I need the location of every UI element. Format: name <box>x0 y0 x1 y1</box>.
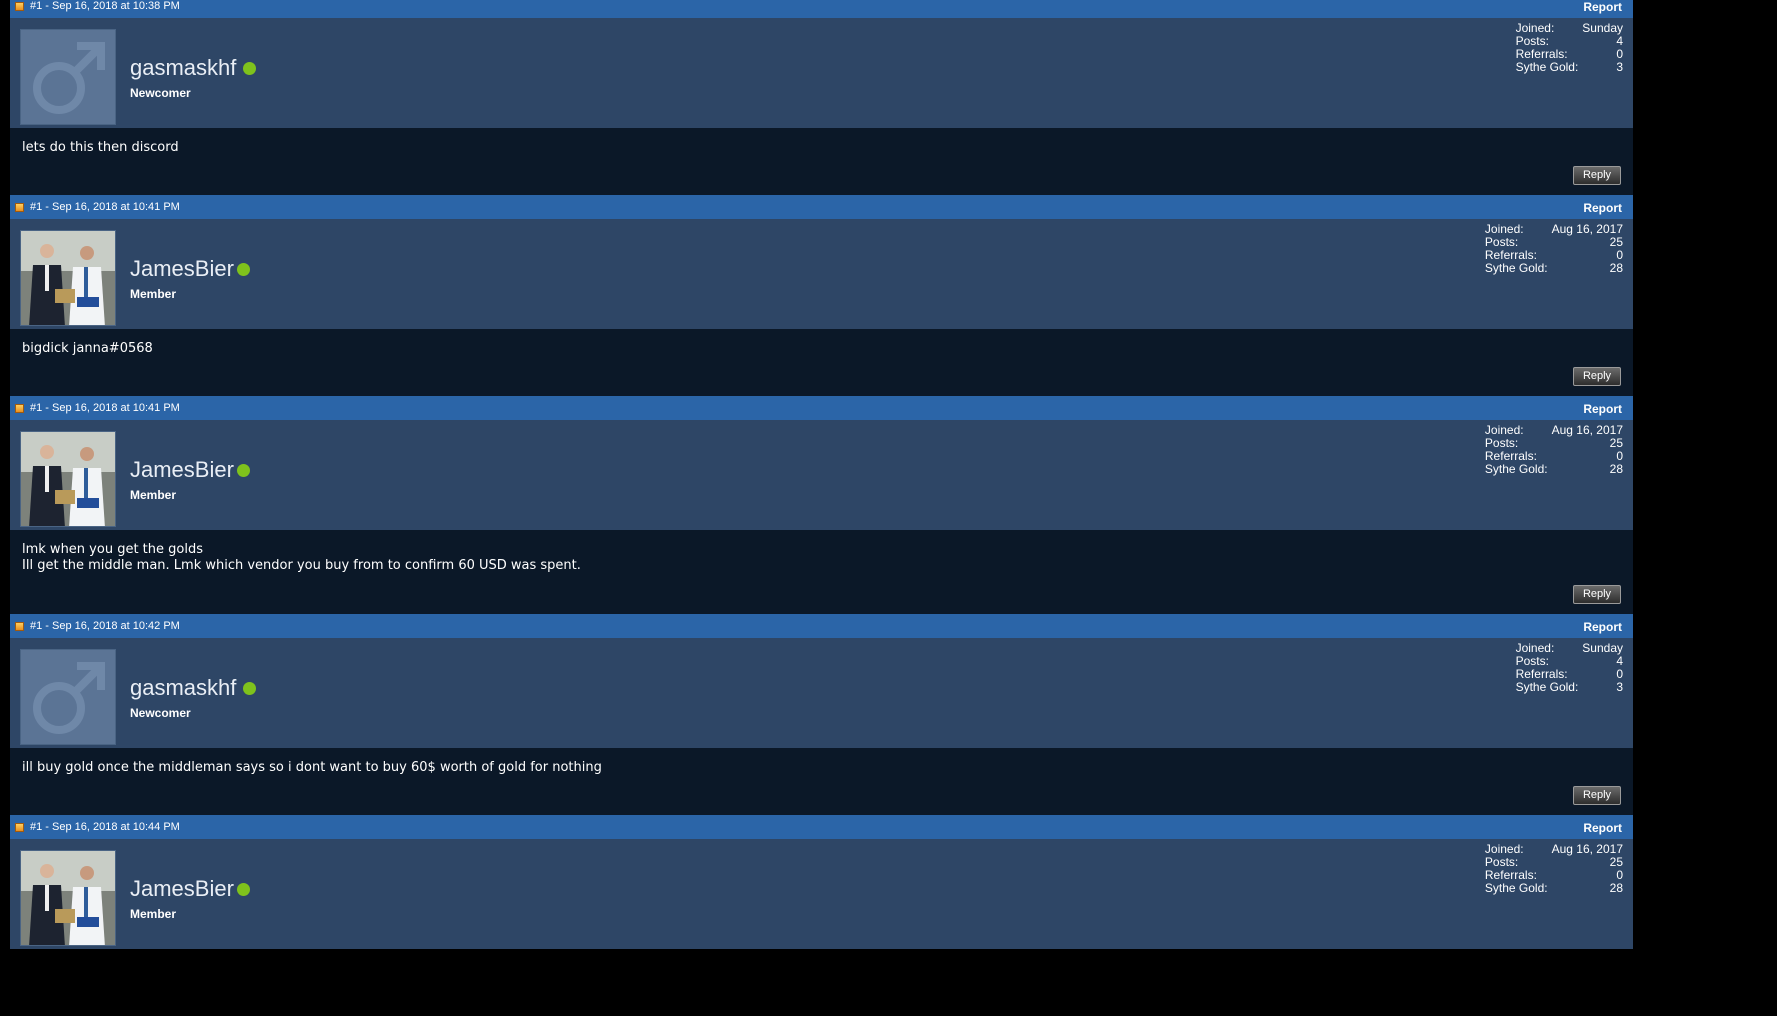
user-stats: Joined: Aug 16, 2017 Posts: 25 Referrals: 0… <box>1485 843 1623 895</box>
user-title: Newcomer <box>130 86 191 100</box>
user-title: Member <box>130 287 177 301</box>
post: #1 - Sep 16, 2018 at 10:42 PM Report gas… <box>10 614 1633 815</box>
photo-avatar-image <box>21 851 115 945</box>
user-title: Newcomer <box>130 706 191 720</box>
stat-gold: 28 <box>1609 261 1623 275</box>
male-symbol-icon <box>33 662 105 734</box>
reply-button[interactable]: Reply <box>1573 786 1621 805</box>
post-profile: JamesBier Member Joined: Aug 16, 2017 Pos… <box>10 420 1633 530</box>
stat-label-gold: Sythe Gold: <box>1515 680 1579 694</box>
post-profile: JamesBier Member Joined: Aug 16, 2017 Pos… <box>10 839 1633 949</box>
default-male-avatar[interactable] <box>20 649 116 745</box>
stat-gold: 28 <box>1609 881 1623 895</box>
stat-label-gold: Sythe Gold: <box>1484 261 1548 275</box>
post-header: #1 - Sep 16, 2018 at 10:42 PM Report <box>10 614 1633 638</box>
post: #1 - Sep 16, 2018 at 10:41 PM Report Jam… <box>10 396 1633 614</box>
post-message: bigdick janna#0568 <box>22 341 153 357</box>
online-status-icon <box>237 263 250 276</box>
post-meta: #1 - Sep 16, 2018 at 10:44 PM <box>30 821 180 833</box>
report-link[interactable]: Report <box>1583 402 1622 416</box>
stat-label-gold: Sythe Gold: <box>1515 60 1579 74</box>
post-header: #1 - Sep 16, 2018 at 10:44 PM Report <box>10 815 1633 839</box>
report-link[interactable]: Report <box>1583 620 1622 634</box>
message-line: lmk when you get the golds <box>22 542 203 557</box>
username-link[interactable]: JamesBier <box>130 876 234 902</box>
post-body: lets do this then discord Reply <box>10 128 1633 195</box>
post-body: ill buy gold once the middleman says so … <box>10 748 1633 815</box>
reply-button[interactable]: Reply <box>1573 585 1621 604</box>
photo-avatar-image <box>21 231 115 325</box>
stat-posts: 25 <box>1609 235 1623 249</box>
username-link[interactable]: JamesBier <box>130 457 234 483</box>
post-message: lmk when you get the golds Ill get the m… <box>22 542 581 574</box>
post: #1 - Sep 16, 2018 at 10:38 PM Report gas… <box>10 0 1633 195</box>
post-status-icon <box>15 2 24 11</box>
photo-avatar[interactable] <box>20 230 116 326</box>
message-line: bigdick janna#0568 <box>22 341 153 356</box>
reply-button[interactable]: Reply <box>1573 166 1621 185</box>
post: #1 - Sep 16, 2018 at 10:41 PM Report Jam… <box>10 195 1633 396</box>
message-line: ill buy gold once the middleman says so … <box>22 760 602 775</box>
post-profile: gasmaskhf Newcomer Joined: Sunday Posts: 4… <box>10 18 1633 128</box>
online-status-icon <box>237 883 250 896</box>
photo-avatar-image <box>21 432 115 526</box>
stat-posts: 25 <box>1609 855 1623 869</box>
post-header: #1 - Sep 16, 2018 at 10:41 PM Report <box>10 396 1633 420</box>
post-meta: #1 - Sep 16, 2018 at 10:41 PM <box>30 201 180 213</box>
photo-avatar[interactable] <box>20 431 116 527</box>
post-status-icon <box>15 404 24 413</box>
user-stats: Joined: Aug 16, 2017 Posts: 25 Referrals: 0… <box>1485 424 1623 476</box>
post-status-icon <box>15 203 24 212</box>
male-symbol-icon <box>33 42 105 114</box>
stat-posts: 25 <box>1609 436 1623 450</box>
default-male-avatar[interactable] <box>20 29 116 125</box>
post-message: lets do this then discord <box>22 140 179 156</box>
stat-gold: 3 <box>1616 60 1623 74</box>
user-stats: Joined: Sunday Posts: 4 Referrals: 0 Sythe … <box>1516 22 1623 74</box>
thread-post-list: #1 - Sep 16, 2018 at 10:38 PM Report gas… <box>10 0 1633 1016</box>
message-line: Ill get the middle man. Lmk which vendor… <box>22 558 581 573</box>
message-line: lets do this then discord <box>22 140 179 155</box>
post-profile: JamesBier Member Joined: Aug 16, 2017 Pos… <box>10 219 1633 329</box>
photo-avatar[interactable] <box>20 850 116 946</box>
post-body: bigdick janna#0568 Reply <box>10 329 1633 396</box>
report-link[interactable]: Report <box>1583 0 1622 14</box>
username-link[interactable]: gasmaskhf <box>130 675 236 701</box>
report-link[interactable]: Report <box>1583 821 1622 835</box>
report-link[interactable]: Report <box>1583 201 1622 215</box>
post-status-icon <box>15 823 24 832</box>
post-message: ill buy gold once the middleman says so … <box>22 760 602 776</box>
post: #1 - Sep 16, 2018 at 10:44 PM Report Jam… <box>10 815 1633 1016</box>
stat-gold: 28 <box>1609 462 1623 476</box>
post-meta: #1 - Sep 16, 2018 at 10:41 PM <box>30 402 180 414</box>
stat-label-gold: Sythe Gold: <box>1484 462 1548 476</box>
reply-button[interactable]: Reply <box>1573 367 1621 386</box>
post-header: #1 - Sep 16, 2018 at 10:41 PM Report <box>10 195 1633 219</box>
stat-gold: 3 <box>1616 680 1623 694</box>
post-header: #1 - Sep 16, 2018 at 10:38 PM Report <box>10 0 1633 18</box>
username-link[interactable]: JamesBier <box>130 256 234 282</box>
stat-label-gold: Sythe Gold: <box>1484 881 1548 895</box>
post-status-icon <box>15 622 24 631</box>
user-stats: Joined: Sunday Posts: 4 Referrals: 0 Sythe … <box>1516 642 1623 694</box>
user-title: Member <box>130 907 177 921</box>
online-status-icon <box>237 464 250 477</box>
online-status-icon <box>243 62 256 75</box>
username-link[interactable]: gasmaskhf <box>130 55 236 81</box>
post-body: lmk when you get the golds Ill get the m… <box>10 530 1633 614</box>
user-title: Member <box>130 488 177 502</box>
user-stats: Joined: Aug 16, 2017 Posts: 25 Referrals: 0… <box>1485 223 1623 275</box>
post-meta: #1 - Sep 16, 2018 at 10:38 PM <box>30 0 180 12</box>
post-profile: gasmaskhf Newcomer Joined: Sunday Posts: 4… <box>10 638 1633 748</box>
online-status-icon <box>243 682 256 695</box>
post-meta: #1 - Sep 16, 2018 at 10:42 PM <box>30 620 180 632</box>
